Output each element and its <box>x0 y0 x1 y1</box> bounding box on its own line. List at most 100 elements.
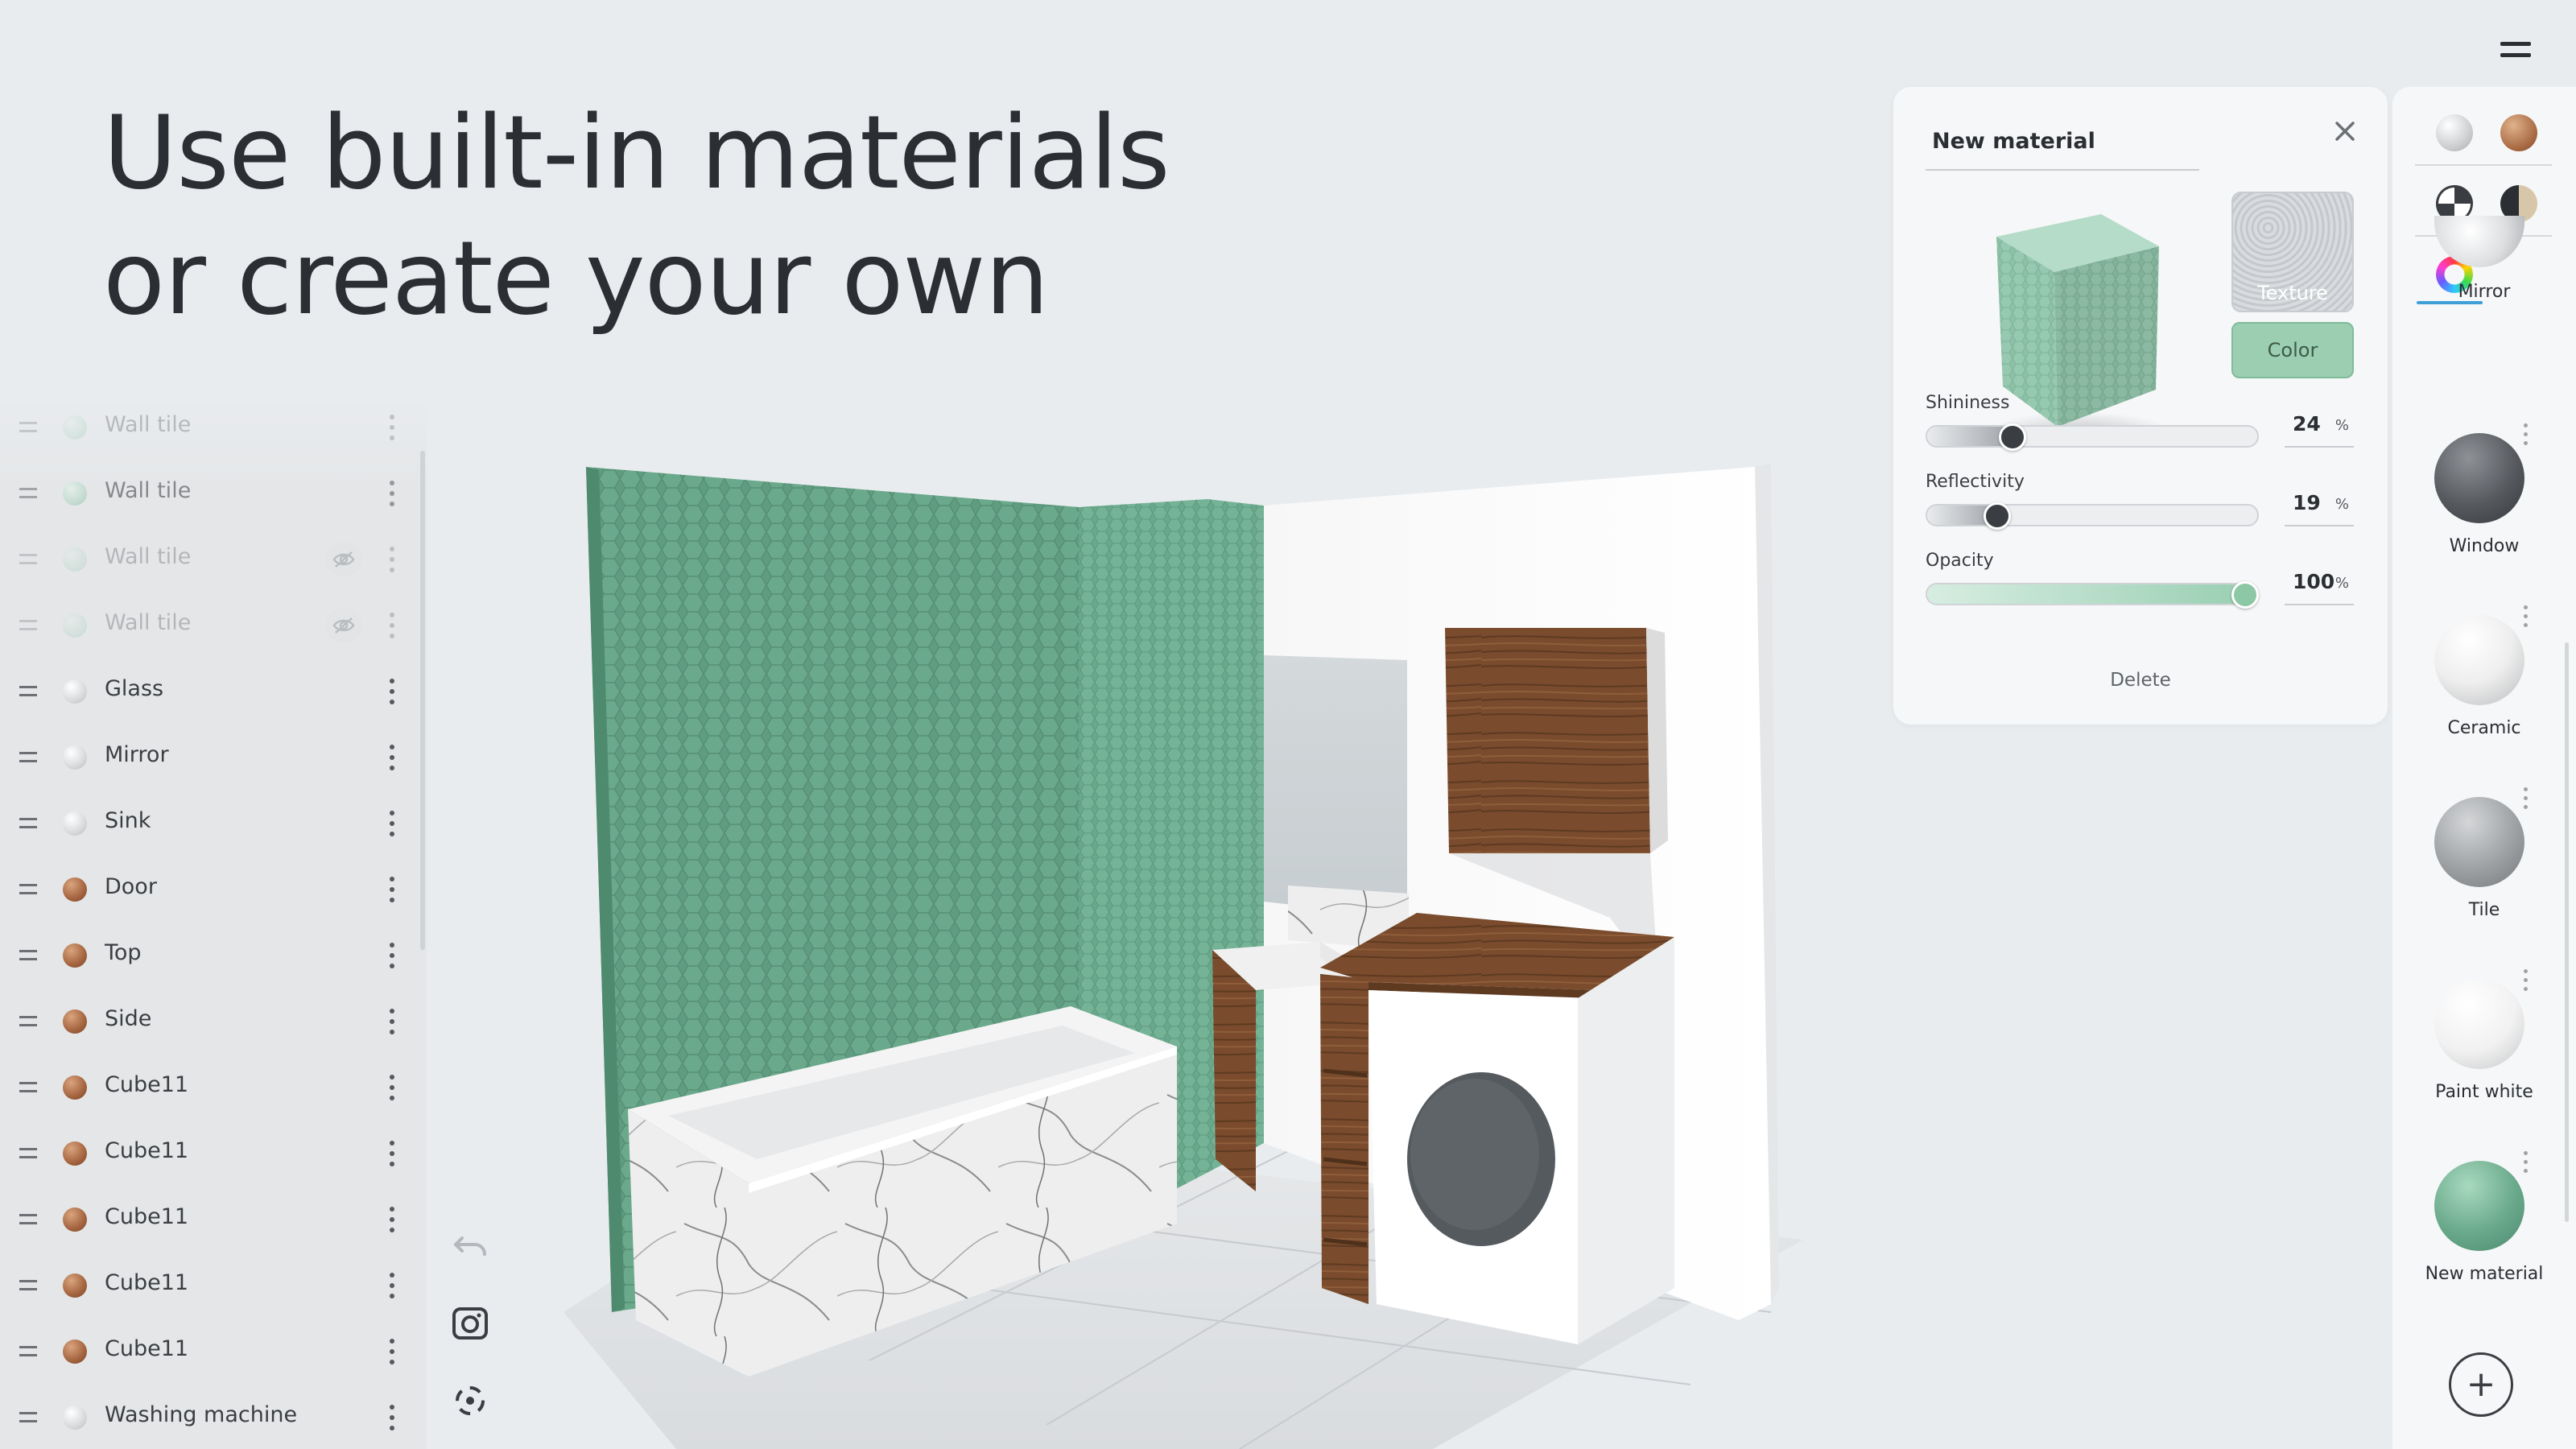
layer-row[interactable]: Washing machine <box>0 1385 427 1449</box>
material-name: Tile <box>2468 900 2500 920</box>
material-name: New material <box>2425 1264 2544 1284</box>
slider-thumb[interactable] <box>1999 423 2026 451</box>
texture-button[interactable]: Texture <box>2231 192 2354 312</box>
eye-off-icon[interactable] <box>325 543 362 576</box>
wood-sphere-icon[interactable] <box>2500 114 2537 151</box>
drag-handle-icon[interactable] <box>19 752 37 763</box>
more-options-icon[interactable] <box>2523 969 2529 993</box>
slider-track[interactable] <box>1926 504 2259 526</box>
headline-line-1: Use built-in materials <box>103 93 1170 212</box>
material-swatch-icon <box>63 877 87 902</box>
slider-track[interactable] <box>1926 425 2259 448</box>
color-button[interactable]: Color <box>2231 322 2354 378</box>
drag-handle-icon[interactable] <box>19 686 37 697</box>
layer-row[interactable]: Side <box>0 989 427 1055</box>
layer-name: Washing machine <box>105 1402 298 1427</box>
more-options-icon[interactable] <box>389 481 395 506</box>
more-options-icon[interactable] <box>389 1273 395 1298</box>
layer-row[interactable]: Cube11 <box>0 1055 427 1121</box>
add-material-button[interactable]: + <box>2449 1352 2513 1417</box>
more-options-icon[interactable] <box>389 943 395 968</box>
material-card-window[interactable]: Window <box>2392 423 2576 605</box>
more-options-icon[interactable] <box>389 1339 395 1364</box>
bathroom-3d-viewport[interactable] <box>515 435 1819 1449</box>
undo-icon[interactable] <box>449 1225 491 1267</box>
drag-handle-icon[interactable] <box>19 1280 37 1291</box>
slider-label: Opacity <box>1926 551 1994 571</box>
eye-off-icon[interactable] <box>325 609 362 642</box>
drag-handle-icon[interactable] <box>19 1214 37 1225</box>
drag-handle-icon[interactable] <box>19 1148 37 1159</box>
drag-handle-icon[interactable] <box>19 1082 37 1093</box>
more-options-icon[interactable] <box>389 547 395 572</box>
material-swatch-icon <box>63 1009 87 1034</box>
layer-row[interactable]: Top <box>0 923 427 989</box>
more-options-icon[interactable] <box>389 613 395 638</box>
more-options-icon[interactable] <box>389 877 395 902</box>
more-options-icon[interactable] <box>389 1075 395 1100</box>
slider-value-field[interactable]: 100% <box>2285 565 2354 605</box>
plain-sphere-icon[interactable] <box>2436 114 2473 151</box>
material-card-paint[interactable]: Paint white <box>2392 969 2576 1151</box>
more-options-icon[interactable] <box>389 1141 395 1166</box>
layer-row[interactable]: Wall tile <box>0 592 427 658</box>
layer-row[interactable]: Cube11 <box>0 1187 427 1253</box>
recenter-icon[interactable] <box>449 1380 491 1422</box>
layer-row[interactable]: Wall tile <box>0 526 427 592</box>
layer-row[interactable]: Cube11 <box>0 1121 427 1187</box>
more-options-icon[interactable] <box>2523 787 2529 811</box>
layer-row[interactable]: Wall tile <box>0 394 427 460</box>
drag-handle-icon[interactable] <box>19 1016 37 1027</box>
drag-handle-icon[interactable] <box>19 1412 37 1423</box>
material-swatch-icon <box>63 415 87 440</box>
drag-handle-icon[interactable] <box>19 554 37 565</box>
material-name: Window <box>2449 536 2520 556</box>
layer-row[interactable]: Sink <box>0 791 427 857</box>
menu-icon[interactable] <box>2500 42 2531 60</box>
material-card-ceramic[interactable]: Ceramic <box>2392 605 2576 787</box>
drag-handle-icon[interactable] <box>19 1346 37 1357</box>
drag-handle-icon[interactable] <box>19 488 37 499</box>
more-options-icon[interactable] <box>389 1009 395 1034</box>
drag-handle-icon[interactable] <box>19 422 37 433</box>
drag-handle-icon[interactable] <box>19 884 37 895</box>
drag-handle-icon[interactable] <box>19 620 37 631</box>
more-options-icon[interactable] <box>389 679 395 704</box>
material-swatch-icon <box>63 613 87 638</box>
layer-row[interactable]: Door <box>0 857 427 923</box>
material-swatch-icon <box>63 1340 87 1364</box>
layer-name: Sink <box>105 808 151 833</box>
more-options-icon[interactable] <box>389 1207 395 1232</box>
more-options-icon[interactable] <box>2523 605 2529 630</box>
camera-icon[interactable] <box>449 1302 491 1344</box>
layer-row[interactable]: Mirror <box>0 724 427 791</box>
more-options-icon[interactable] <box>389 1405 395 1430</box>
material-name-field[interactable]: New material <box>1926 122 2199 171</box>
close-icon[interactable] <box>2331 118 2359 145</box>
slider-label: Reflectivity <box>1926 472 2025 492</box>
slider-value-field[interactable]: 24% <box>2285 407 2354 448</box>
headline: Use built-in materials or create your ow… <box>103 90 1170 341</box>
more-options-icon[interactable] <box>389 415 395 440</box>
more-options-icon[interactable] <box>2523 1151 2529 1175</box>
layer-row[interactable]: Cube11 <box>0 1319 427 1385</box>
material-card-tile[interactable]: Tile <box>2392 787 2576 969</box>
material-card-mint[interactable]: New material <box>2392 1151 2576 1333</box>
layer-row[interactable]: Wall tile <box>0 460 427 526</box>
delete-button[interactable]: Delete <box>1893 670 2388 691</box>
more-options-icon[interactable] <box>389 811 395 836</box>
more-options-icon[interactable] <box>2523 423 2529 448</box>
drag-handle-icon[interactable] <box>19 950 37 961</box>
slider-value-field[interactable]: 19% <box>2285 486 2354 526</box>
layer-name: Cube11 <box>105 1138 189 1163</box>
more-options-icon[interactable] <box>389 745 395 770</box>
material-sphere-icon <box>2434 433 2524 523</box>
drag-handle-icon[interactable] <box>19 818 37 829</box>
slider-thumb[interactable] <box>1984 502 2011 530</box>
layer-row[interactable]: Cube11 <box>0 1253 427 1319</box>
layer-row[interactable]: Glass <box>0 658 427 724</box>
slider-thumb[interactable] <box>2231 581 2259 609</box>
material-name: Paint white <box>2435 1082 2533 1102</box>
layer-name: Door <box>105 874 157 899</box>
slider-track[interactable] <box>1926 583 2259 605</box>
